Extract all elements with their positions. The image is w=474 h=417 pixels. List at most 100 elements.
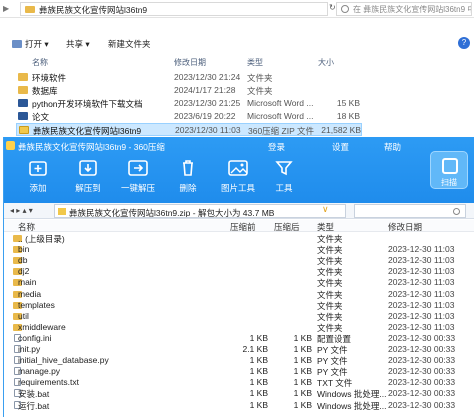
- column-type[interactable]: 类型: [317, 221, 334, 233]
- packed-size: 1 KB: [293, 377, 312, 388]
- explorer-row[interactable]: 数据库 2024/1/17 21:28 文件夹: [16, 84, 362, 97]
- archive-row[interactable]: init.py 2.1 KB 1 KB PY 文件 2023-12-30 00:33: [4, 344, 474, 355]
- modified-date: 2023-12-30 11:03: [388, 310, 455, 321]
- menu-help[interactable]: 帮助: [384, 141, 401, 153]
- open-icon: [12, 40, 22, 48]
- archive-row[interactable]: 运行.bat 1 KB 1 KB Windows 批处理... 2023-12-30 0…: [4, 400, 474, 411]
- explorer-row-selected[interactable]: 彝族民族文化宣传网站l36tn9 2023/12/30 11:03 360压缩 …: [16, 123, 362, 136]
- delete-icon: [177, 159, 199, 177]
- modified-date: 2023-12-30 00:33: [388, 355, 456, 366]
- one-click-extract-button[interactable]: 一键解压: [116, 155, 160, 199]
- extract-icon: [77, 159, 99, 177]
- original-size: 1 KB: [249, 377, 268, 388]
- archive-row[interactable]: dj2 文件夹 2023-12-30 11:03: [4, 266, 474, 277]
- column-name[interactable]: 名称: [18, 221, 35, 233]
- archive-row[interactable]: util 文件夹 2023-12-30 11:03: [4, 311, 474, 322]
- archive-title: 彝族民族文化宣传网站l36tn9 - 360压缩: [6, 141, 165, 153]
- image-tool-icon: [227, 159, 249, 177]
- archive-row[interactable]: initial_hive_database.py 1 KB 1 KB PY 文件 202…: [4, 355, 474, 366]
- archive-nav-buttons[interactable]: ◂ ▸ ▴ ▾: [10, 206, 33, 215]
- column-type[interactable]: 类型: [247, 57, 263, 68]
- folder-icon: [18, 73, 28, 81]
- archive-row[interactable]: 安装.bat 1 KB 1 KB Windows 批处理... 2023-12-30 0…: [4, 388, 474, 399]
- modified-date: 2023-12-30 11:03: [388, 288, 455, 299]
- tools-button[interactable]: 工具: [262, 155, 306, 199]
- archive-row[interactable]: config.ini 1 KB 1 KB 配置设置 2023-12-30 00:33: [4, 333, 474, 344]
- menu-login[interactable]: 登录: [268, 141, 285, 153]
- file-name: bin: [18, 244, 30, 255]
- packed-size: 1 KB: [293, 344, 312, 354]
- archive-column-headers: 名称 压缩前 压缩后 类型 修改日期: [4, 220, 474, 232]
- new-folder-button[interactable]: 新建文件夹: [108, 38, 151, 50]
- column-original-size[interactable]: 压缩前: [230, 221, 256, 233]
- file-name: templates: [18, 299, 55, 310]
- modified-date: 2023-12-30 11:03: [388, 255, 455, 266]
- original-size: 1 KB: [249, 332, 268, 343]
- add-button[interactable]: 添加: [16, 155, 60, 199]
- zip-file-icon: [19, 126, 29, 134]
- help-icon[interactable]: ?: [458, 37, 470, 49]
- search-icon: [341, 5, 349, 13]
- archive-row[interactable]: media 文件夹 2023-12-30 11:03: [4, 289, 474, 300]
- file-name: initial_hive_database.py: [18, 355, 109, 366]
- zip-file-icon: [58, 208, 66, 215]
- modified-date: 2023-12-30 00:33: [388, 344, 456, 354]
- image-tools-button[interactable]: 图片工具: [216, 155, 260, 199]
- column-date[interactable]: 修改日期: [388, 221, 422, 233]
- archive-search-input[interactable]: [354, 204, 466, 218]
- explorer-row[interactable]: 环境软件 2023/12/30 21:24 文件夹: [16, 71, 362, 84]
- file-type: Windows 批处理...: [317, 400, 387, 411]
- archive-row[interactable]: db 文件夹 2023-12-30 11:03: [4, 255, 474, 266]
- archive-row[interactable]: bin 文件夹 2023-12-30 11:03: [4, 244, 474, 255]
- original-size: 1 KB: [249, 366, 268, 377]
- column-date[interactable]: 修改日期: [174, 57, 206, 68]
- archive-header: 彝族民族文化宣传网站l36tn9 - 360压缩 登录 设置 帮助 添加 解压到: [4, 137, 474, 203]
- menu-settings[interactable]: 设置: [332, 141, 349, 153]
- file-name: init.py: [18, 344, 41, 354]
- column-packed-size[interactable]: 压缩后: [274, 221, 300, 233]
- modified-date: 2023-12-30 11:03: [388, 299, 455, 310]
- scan-button[interactable]: 扫描: [430, 151, 468, 189]
- packed-size: 1 KB: [293, 366, 312, 377]
- modified-date: 2023-12-30 00:33: [388, 366, 456, 377]
- archive-row[interactable]: xmiddleware 文件夹 2023-12-30 11:03: [4, 322, 474, 333]
- file-name: db: [18, 255, 28, 266]
- modified-date: 2023-12-30 11:03: [388, 266, 455, 277]
- packed-size: 1 KB: [293, 388, 312, 399]
- word-document-icon: [18, 112, 28, 120]
- archive-row[interactable]: main 文件夹 2023-12-30 11:03: [4, 277, 474, 288]
- chevron-down-icon[interactable]: ∨: [322, 204, 329, 215]
- column-name[interactable]: 名称: [32, 57, 48, 68]
- column-size[interactable]: 大小: [318, 57, 334, 68]
- file-name: manage.py: [18, 366, 61, 377]
- modified-date: 2023-12-30 11:03: [388, 244, 455, 255]
- refresh-icon[interactable]: ↻: [329, 3, 336, 12]
- share-button[interactable]: 共享 ▾: [66, 38, 90, 50]
- modified-date: 2023-12-30 00:33: [388, 377, 456, 388]
- explorer-path-field[interactable]: 彝族民族文化宣传网站l36tn9: [20, 2, 328, 16]
- archive-window: 彝族民族文化宣传网站l36tn9 - 360压缩 登录 设置 帮助 添加 解压到: [3, 137, 474, 417]
- archive-toolbar: 添加 解压到 一键解压 删除 图片工具 工具: [4, 155, 474, 201]
- packed-size: 1 KB: [293, 399, 312, 410]
- explorer-row[interactable]: python开发环境软件下载文档 2023/12/30 21:25 Micros…: [16, 97, 362, 110]
- modified-date: 2023-12-30 00:33: [388, 399, 456, 410]
- archive-path-field[interactable]: 彝族民族文化宣传网站l36tn9.zip - 解包大小为 43.7 MB: [54, 204, 346, 218]
- extract-to-button[interactable]: 解压到: [66, 155, 110, 199]
- file-name: requirements.txt: [18, 377, 79, 388]
- archive-row[interactable]: templates 文件夹 2023-12-30 11:03: [4, 300, 474, 311]
- open-button[interactable]: 打开 ▾: [12, 38, 49, 50]
- archive-row[interactable]: .. (上级目录) 文件夹: [4, 233, 474, 244]
- archive-row[interactable]: manage.py 1 KB 1 KB PY 文件 2023-12-30 00:33: [4, 366, 474, 377]
- modified-date: 2023-12-30 00:33: [388, 332, 456, 343]
- explorer-path: 彝族民族文化宣传网站l36tn9: [39, 5, 148, 15]
- explorer-search-input[interactable]: 在 彝族民族文化宣传网站l36tn9 中搜索: [336, 2, 472, 16]
- explorer-row[interactable]: 论文 2023/6/19 20:22 Microsoft Word ... 18…: [16, 110, 362, 123]
- archive-row[interactable]: requirements.txt 1 KB 1 KB TXT 文件 2023-12-30…: [4, 377, 474, 388]
- original-size: 1 KB: [249, 388, 268, 399]
- expand-arrow-icon[interactable]: ▶: [3, 4, 9, 13]
- original-size: 1 KB: [249, 399, 268, 410]
- delete-button[interactable]: 删除: [166, 155, 210, 199]
- archive-address-bar: ◂ ▸ ▴ ▾ 彝族民族文化宣传网站l36tn9.zip - 解包大小为 43.…: [4, 203, 474, 219]
- word-document-icon: [18, 99, 28, 107]
- folder-icon: [25, 6, 35, 13]
